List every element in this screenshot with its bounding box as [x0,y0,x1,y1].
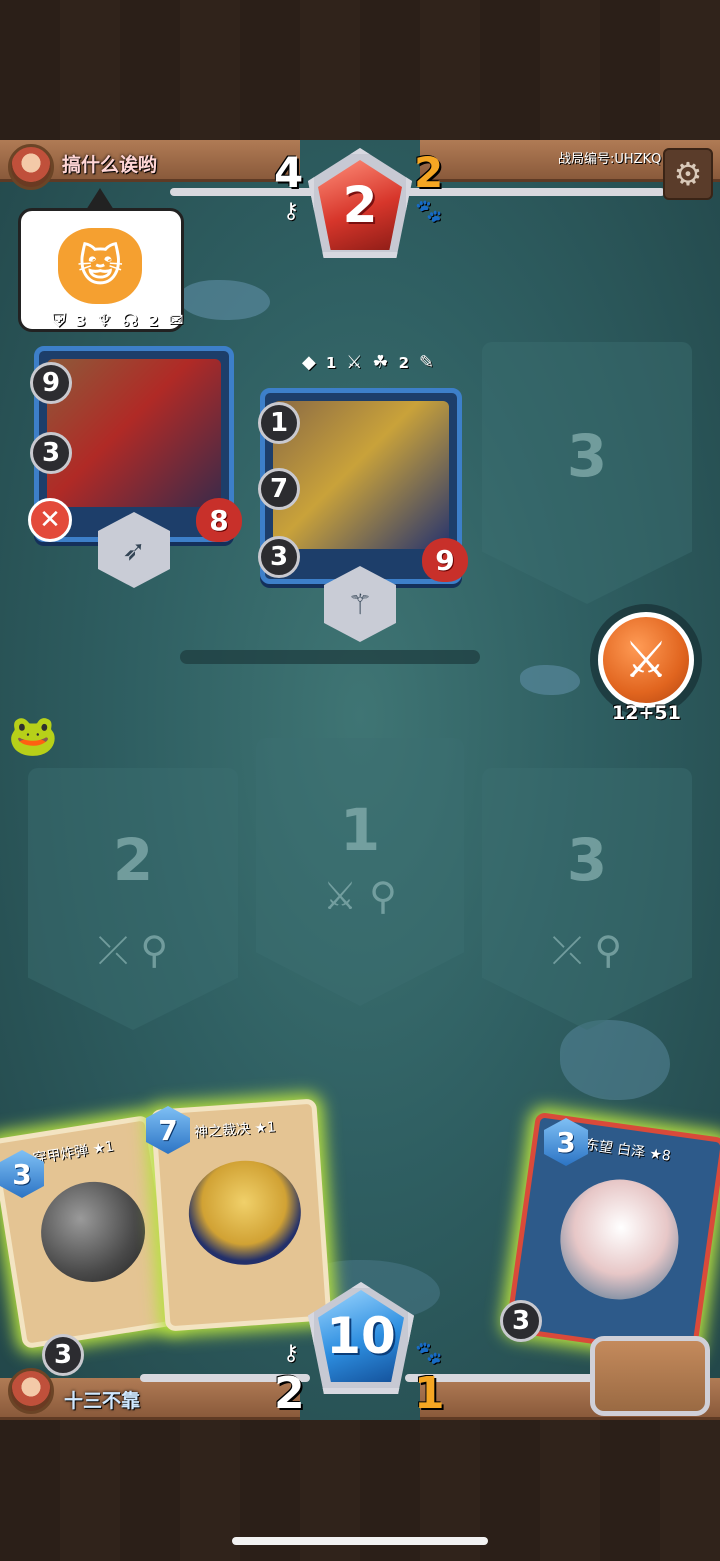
shield-icon: ⛨ [52,310,66,331]
card1-health: 8 [196,498,242,542]
frog-icon: ☘ [372,352,389,373]
slot-number: 2 [112,826,154,894]
player-avatar[interactable] [8,1368,54,1414]
player-resource-right: 1 [414,1368,445,1419]
crossed-swords-icon[interactable]: ⚔ [598,612,694,708]
card-bottom-stat: 3 [500,1300,542,1342]
card2-stat-top: 7 [258,468,300,510]
opponent-resource-left: 4 [274,148,304,197]
horn-icon: ☊ [122,310,139,331]
decor-rock [560,1020,670,1100]
card2-health: 9 [422,538,468,582]
player-name: 十三不靠 [64,1390,141,1412]
key-icon: ⚷ [282,198,300,224]
attack-power: 12+51 [612,702,681,724]
player-resource-left: 2 [274,1368,305,1419]
sword-staff-icon: ⚔ ⚲ [323,874,397,918]
frog-decoration-icon: 🐸 [8,713,58,759]
white-beast-icon [552,1171,687,1308]
opponent-name: 搞什么诶哟 [62,154,158,176]
slot-number: 1 [339,796,381,864]
slot-number: 3 [566,826,608,894]
x-icon: ✕ [28,498,72,542]
trait-count: 1 [325,353,337,372]
bow-staff-icon: ⤫ ⚲ [551,928,623,972]
player-slot-3[interactable]: 3 ⤫ ⚲ [482,768,692,1030]
opponent-resource-right: 2 [414,148,444,197]
ground-crack [180,650,480,664]
opponent-rail-right [405,188,665,196]
decor-rock [180,280,270,320]
home-indicator[interactable] [232,1537,488,1545]
opponent-avatar[interactable] [8,144,54,190]
decor-rock [520,665,580,695]
paw-icon: 🐾 [415,198,443,224]
card-bottom-stat: 3 [42,1334,84,1376]
gear-icon[interactable]: ⚙ [663,148,713,200]
swords-icon: ⚔ [346,352,363,373]
key-icon: ⚷ [282,1340,300,1366]
crystal-icon: ◆ [302,352,316,373]
card1-stat-top: 9 [30,362,72,404]
bubble-tail [86,188,114,210]
deck-button[interactable] [590,1336,710,1416]
card2-traits: ◆ 1 ⚔ ☘ 2 ✎ [302,352,434,373]
opponent-slot-3[interactable]: 3 [482,342,692,604]
top-wood-frame [0,0,720,140]
bomb-icon [33,1174,153,1290]
trait-count: 2 [148,311,159,330]
trait-count: 2 [398,353,409,372]
trident-icon: ♆ [95,310,113,331]
slot-number: 3 [566,422,608,490]
scales-icon [185,1156,305,1269]
wrench-icon: ✎ [419,352,435,373]
card1-stat-mid: 3 [30,432,72,474]
battle-id: 战局编号:UHZKQ [558,152,662,167]
player-slot-2[interactable]: 2 ⤫ ⚲ [28,768,238,1030]
scroll-icon: ✉ [168,310,184,331]
paw-icon: 🐾 [415,1340,443,1366]
card2-stat-dice: 1 [258,402,300,444]
card-art [47,359,221,507]
card1-traits: ⛨ 3 ♆ ☊ 2 ✉ [52,310,184,331]
cat-emote-icon: 😺 [58,228,142,304]
card2-stat-mid: 3 [258,536,300,578]
player-slot-1[interactable]: 1 ⚔ ⚲ [256,738,464,1006]
trait-count: 3 [75,311,86,330]
bow-staff-icon: ⤫ ⚲ [97,928,169,972]
